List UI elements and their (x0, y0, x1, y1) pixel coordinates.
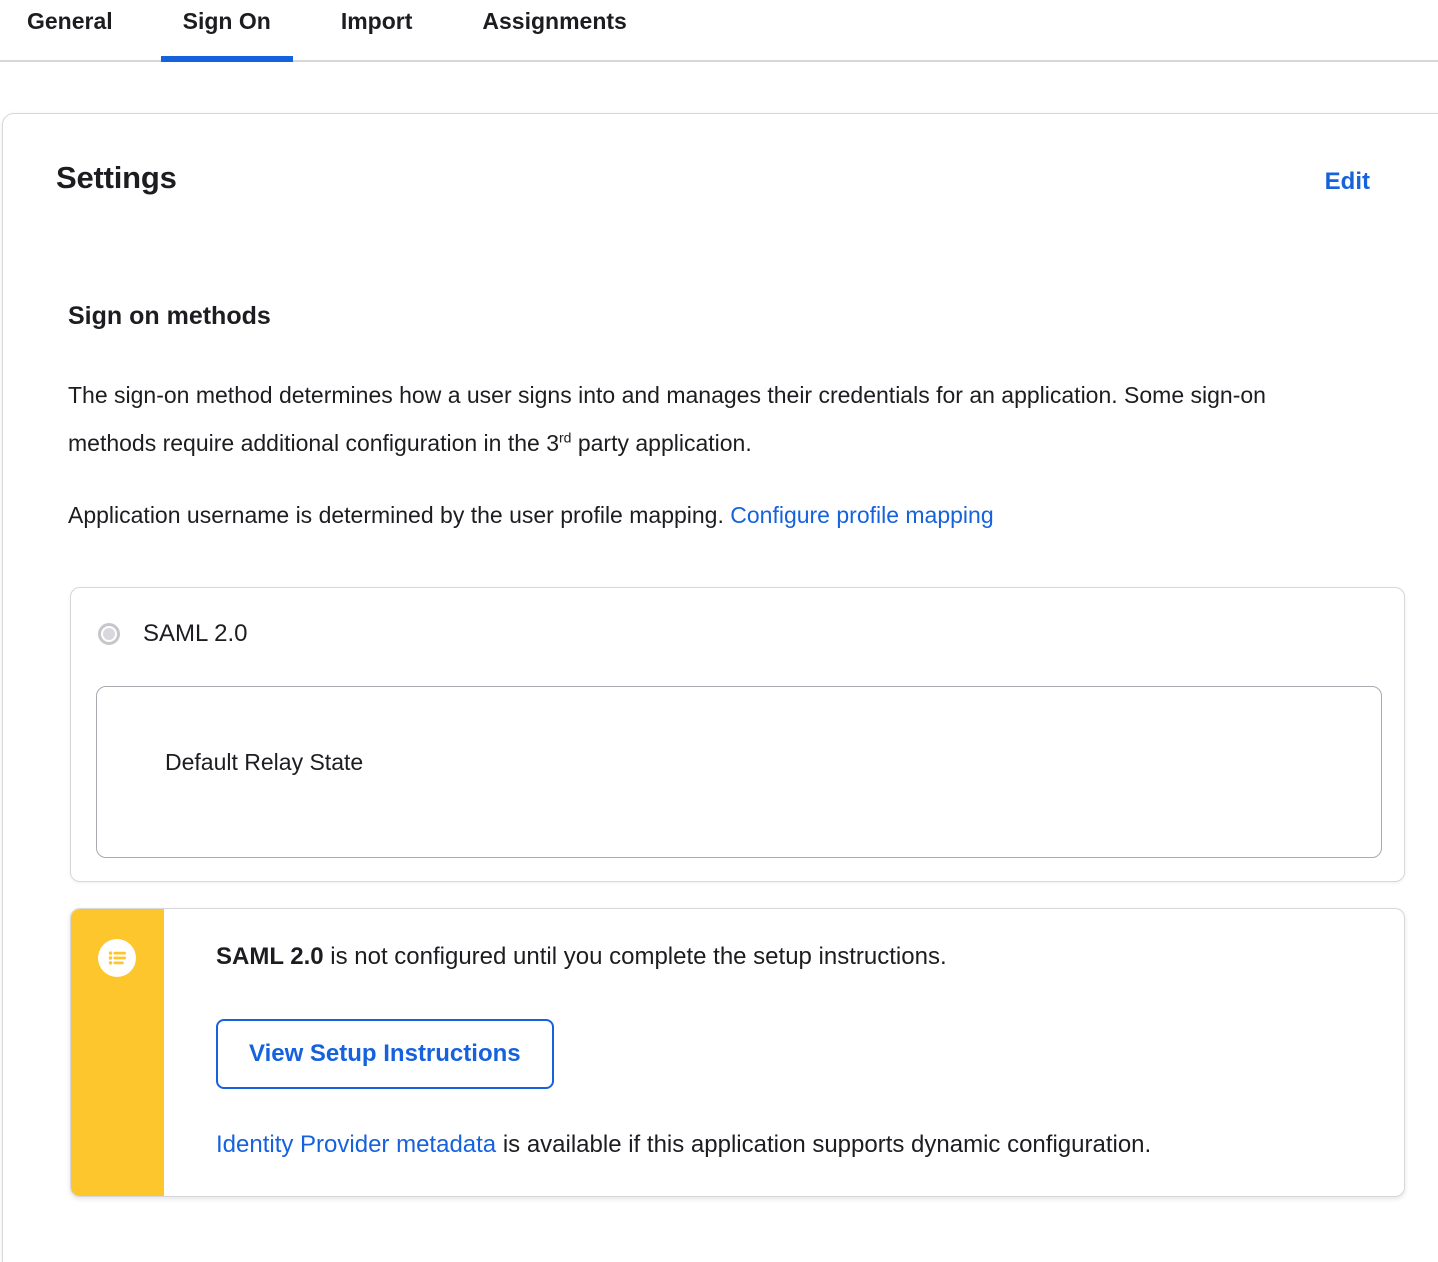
callout-body: SAML 2.0 is not configured until you com… (164, 909, 1191, 1196)
default-relay-state-label: Default Relay State (165, 749, 364, 775)
app-tabbar: General Sign On Import Assignments (0, 0, 1438, 62)
view-setup-instructions-button[interactable]: View Setup Instructions (216, 1019, 554, 1089)
sign-on-method-description: The sign-on method determines how a user… (68, 371, 1308, 467)
callout-footer: Identity Provider metadata is available … (216, 1131, 1151, 1159)
username-mapping-description: Application username is determined by th… (68, 491, 1308, 539)
ordinal-superscript: rd (559, 429, 572, 446)
tab-import[interactable]: Import (319, 0, 435, 60)
saml-radio-label: SAML 2.0 (143, 620, 248, 647)
configure-profile-mapping-link[interactable]: Configure profile mapping (730, 502, 993, 528)
list-icon (98, 939, 136, 977)
page-title: Settings (56, 160, 177, 195)
settings-card-header: Settings Edit (56, 160, 1370, 196)
callout-footer-rest: is available if this application support… (496, 1131, 1152, 1158)
tab-assignments[interactable]: Assignments (460, 0, 648, 60)
identity-provider-metadata-link[interactable]: Identity Provider metadata (216, 1131, 496, 1158)
default-relay-state-box: Default Relay State (96, 686, 1382, 858)
saml-method-box: SAML 2.0 Default Relay State (70, 587, 1405, 882)
section-heading: Sign on methods (68, 302, 271, 330)
callout-message-bold: SAML 2.0 (216, 943, 324, 970)
saml-radio-row: SAML 2.0 (98, 620, 1378, 648)
saml-radio-button[interactable] (98, 623, 120, 645)
callout-warning-strip (71, 909, 164, 1196)
edit-settings-link[interactable]: Edit (1325, 168, 1370, 196)
settings-card: Settings Edit Sign on methods The sign-o… (2, 113, 1438, 1262)
tab-sign-on[interactable]: Sign On (160, 0, 294, 62)
saml-setup-callout: SAML 2.0 is not configured until you com… (70, 908, 1405, 1197)
description-text-part2: party application. (571, 430, 752, 456)
username-mapping-text: Application username is determined by th… (68, 502, 731, 528)
tab-general[interactable]: General (5, 0, 135, 60)
sign-on-methods-section: Sign on methods The sign-on method deter… (68, 302, 1423, 1197)
callout-message-rest: is not configured until you complete the… (323, 943, 947, 970)
callout-message: SAML 2.0 is not configured until you com… (216, 939, 1151, 975)
radio-dot (103, 628, 115, 640)
